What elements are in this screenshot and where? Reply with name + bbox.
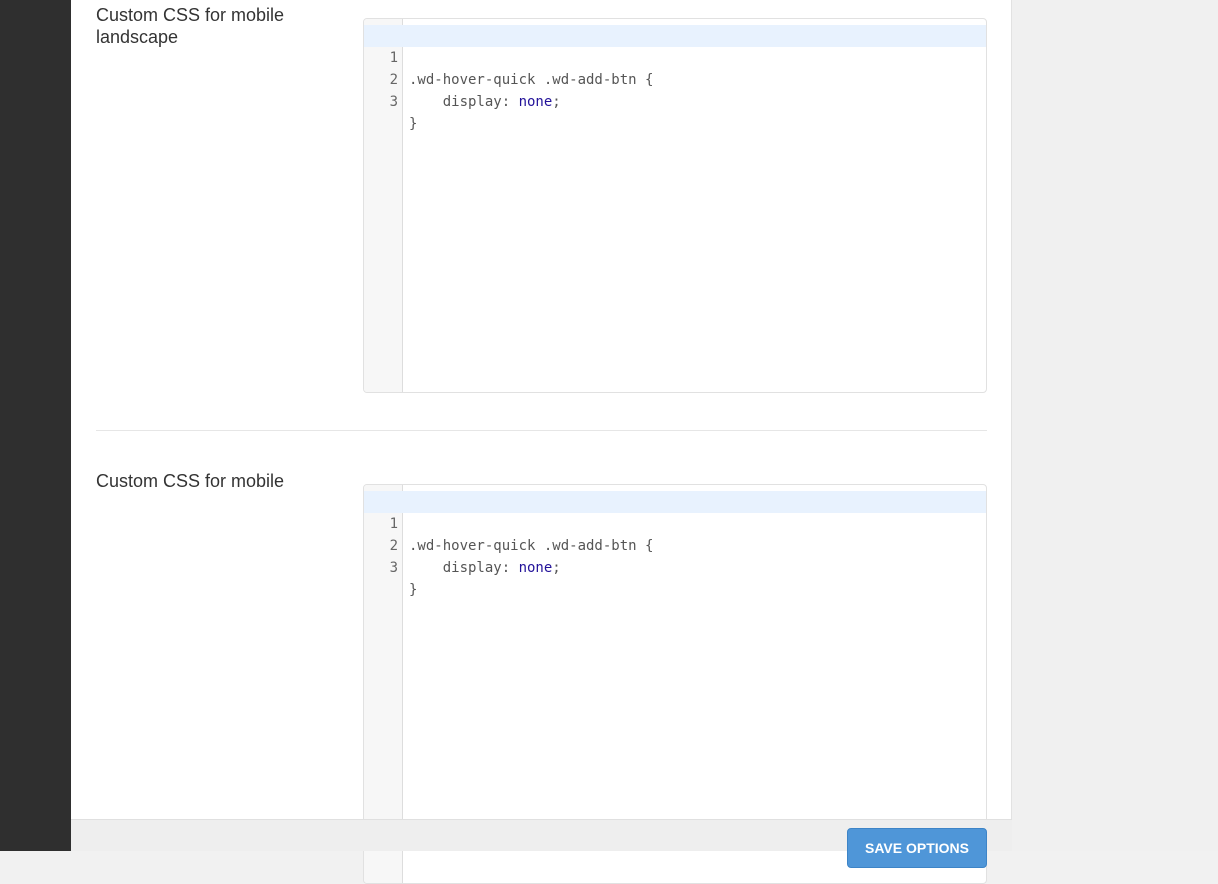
line-number: 3 bbox=[389, 560, 398, 576]
code-text: ; bbox=[552, 560, 561, 576]
code-line[interactable]: 3 } bbox=[364, 535, 986, 598]
code-line[interactable]: 1 .wd-hover-quick .wd-add-btn { bbox=[364, 25, 986, 88]
section-divider bbox=[96, 430, 987, 431]
admin-sidebar bbox=[0, 0, 71, 851]
field-label-mobile-landscape: Custom CSS for mobile landscape bbox=[96, 5, 285, 47]
code-line[interactable]: 1 .wd-hover-quick .wd-add-btn { bbox=[364, 491, 986, 554]
code-text: } bbox=[409, 116, 418, 132]
code-line[interactable]: 3 } bbox=[364, 69, 986, 132]
code-line[interactable]: 2 display: none; bbox=[364, 513, 986, 576]
code-value: none bbox=[518, 94, 553, 110]
code-text: display: bbox=[409, 94, 519, 110]
field-label-mobile: Custom CSS for mobile bbox=[96, 471, 285, 491]
code-value: none bbox=[518, 560, 553, 576]
code-line[interactable]: 2 display: none; bbox=[364, 47, 986, 110]
line-number: 3 bbox=[389, 94, 398, 110]
code-text: } bbox=[409, 582, 418, 598]
save-options-button[interactable]: SAVE OPTIONS bbox=[847, 828, 987, 868]
code-text: ; bbox=[552, 94, 561, 110]
css-editor-mobile-landscape[interactable]: 1 .wd-hover-quick .wd-add-btn { 2 displa… bbox=[363, 18, 987, 393]
page-background bbox=[1012, 0, 1218, 851]
code-text: display: bbox=[409, 560, 519, 576]
